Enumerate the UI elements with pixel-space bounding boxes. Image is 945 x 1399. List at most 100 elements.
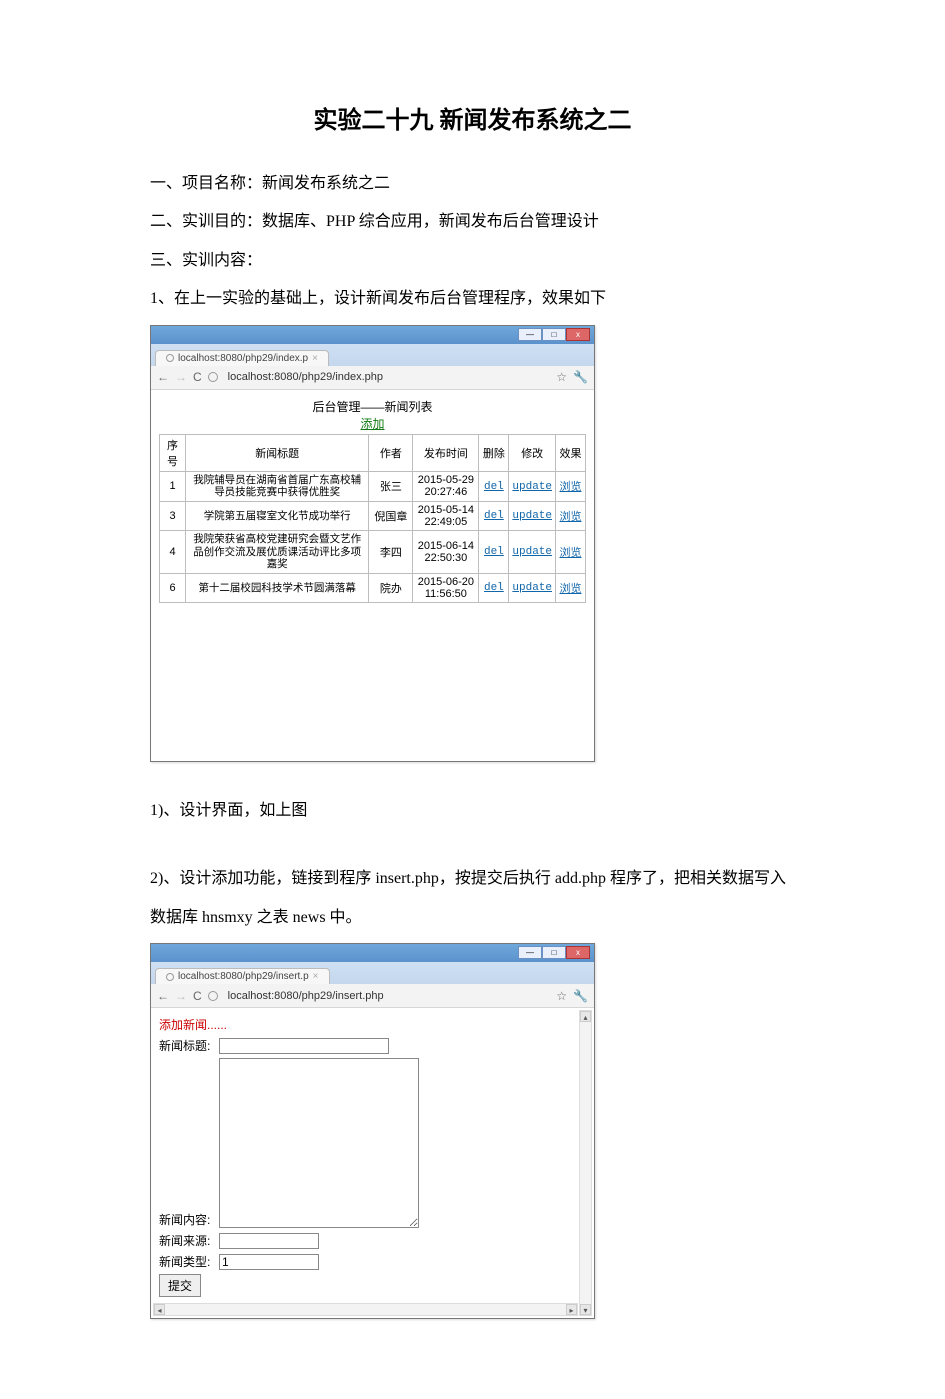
- window-min-button[interactable]: —: [518, 328, 542, 341]
- browser-tab[interactable]: localhost:8080/php29/index.p ×: [155, 350, 329, 366]
- url-globe-icon: [208, 991, 218, 1001]
- cell-del: del: [479, 471, 509, 501]
- window-close-button[interactable]: x: [566, 946, 590, 959]
- tab-favicon-icon: [166, 973, 174, 981]
- cell-title: 第十二届校园科技学术节圆满落幕: [186, 573, 369, 602]
- th-del: 删除: [479, 434, 509, 471]
- nav-back-button[interactable]: ←: [157, 370, 169, 384]
- cell-id: 1: [160, 471, 186, 501]
- url-globe-icon: [208, 372, 218, 382]
- window-max-button[interactable]: □: [542, 328, 566, 341]
- window-max-button[interactable]: □: [542, 946, 566, 959]
- update-link[interactable]: update: [512, 546, 552, 558]
- scroll-left-arrow-icon[interactable]: ◂: [154, 1304, 165, 1315]
- document-page: 实验二十九 新闻发布系统之二 一、项目名称：新闻发布系统之二 二、实训目的：数据…: [0, 0, 945, 1399]
- nav-forward-button[interactable]: →: [175, 989, 187, 1003]
- browser-tab-strip: localhost:8080/php29/index.p ×: [151, 344, 594, 366]
- tab-favicon-icon: [166, 354, 174, 362]
- tab-label: localhost:8080/php29/index.p: [178, 353, 308, 364]
- cell-id: 6: [160, 573, 186, 602]
- browser-tab-strip: localhost:8080/php29/insert.p ×: [151, 962, 594, 984]
- url-bar[interactable]: localhost:8080/php29/index.php: [224, 369, 551, 385]
- browser-toolbar: ← → C localhost:8080/php29/index.php ☆ 🔧: [151, 366, 594, 390]
- bookmark-star-icon[interactable]: ☆: [556, 989, 567, 1003]
- browser-tab[interactable]: localhost:8080/php29/insert.p ×: [155, 968, 330, 984]
- scroll-down-arrow-icon[interactable]: ▾: [580, 1304, 591, 1315]
- row-title: 新闻标题:: [159, 1037, 578, 1054]
- window-min-button[interactable]: —: [518, 946, 542, 959]
- step-1-2: 2)、设计添加功能，链接到程序 insert.php，按提交后执行 add.ph…: [150, 860, 795, 937]
- th-view: 效果: [556, 434, 586, 471]
- nav-reload-button[interactable]: C: [193, 989, 202, 1003]
- cell-upd: update: [509, 530, 556, 573]
- label-source: 新闻来源:: [159, 1232, 219, 1249]
- cell-id: 3: [160, 501, 186, 530]
- input-news-type[interactable]: [219, 1254, 319, 1270]
- table-row: 1我院辅导员在湖南省首届广东高校辅导员技能竞赛中获得优胜奖张三2015-05-2…: [160, 471, 586, 501]
- update-link[interactable]: update: [512, 510, 552, 522]
- window-close-button[interactable]: x: [566, 328, 590, 341]
- cell-time: 2015-05-1422:49:05: [413, 501, 479, 530]
- delete-link[interactable]: del: [484, 481, 504, 493]
- url-bar[interactable]: localhost:8080/php29/insert.php: [224, 988, 551, 1004]
- nav-forward-button[interactable]: →: [175, 370, 187, 384]
- cell-author: 倪国章: [369, 501, 413, 530]
- table-row: 6第十二届校园科技学术节圆满落幕院办2015-06-2011:56:50 delu…: [160, 573, 586, 602]
- cell-title: 学院第五届寝室文化节成功举行: [186, 501, 369, 530]
- cell-id: 4: [160, 530, 186, 573]
- delete-link[interactable]: del: [484, 582, 504, 594]
- section-3: 三、实训内容：: [150, 242, 795, 280]
- add-news-link[interactable]: 添加: [159, 415, 586, 432]
- label-title: 新闻标题:: [159, 1037, 219, 1054]
- bookmark-star-icon[interactable]: ☆: [556, 370, 567, 384]
- doc-title: 实验二十九 新闻发布系统之二: [150, 100, 795, 135]
- delete-link[interactable]: del: [484, 546, 504, 558]
- input-news-title[interactable]: [219, 1038, 389, 1054]
- cell-time: 2015-06-1422:50:30: [413, 530, 479, 573]
- wrench-menu-icon[interactable]: 🔧: [573, 370, 588, 384]
- cell-view: 浏览: [556, 530, 586, 573]
- row-content: 新闻内容:: [159, 1058, 578, 1228]
- cell-title: 我院荣获省高校党建研究会暨文艺作品创作交流及展优质课活动评比多项嘉奖: [186, 530, 369, 573]
- view-link[interactable]: 浏览: [560, 547, 582, 559]
- section-2: 二、实训目的：数据库、PHP 综合应用，新闻发布后台管理设计: [150, 203, 795, 241]
- table-header-row: 序号 新闻标题 作者 发布时间 删除 修改 效果: [160, 434, 586, 471]
- horizontal-scrollbar[interactable]: ◂ ▸: [153, 1303, 578, 1316]
- scroll-up-arrow-icon[interactable]: ▴: [580, 1011, 591, 1022]
- view-link[interactable]: 浏览: [560, 583, 582, 595]
- scroll-right-arrow-icon[interactable]: ▸: [566, 1304, 577, 1315]
- nav-back-button[interactable]: ←: [157, 989, 169, 1003]
- textarea-news-content[interactable]: [219, 1058, 419, 1228]
- cell-author: 院办: [369, 573, 413, 602]
- browser-toolbar: ← → C localhost:8080/php29/insert.php ☆ …: [151, 984, 594, 1008]
- section-1: 一、项目名称：新闻发布系统之二: [150, 165, 795, 203]
- label-content: 新闻内容:: [159, 1211, 219, 1228]
- cell-del: del: [479, 501, 509, 530]
- submit-button[interactable]: 提交: [159, 1274, 201, 1297]
- cell-title: 我院辅导员在湖南省首届广东高校辅导员技能竞赛中获得优胜奖: [186, 471, 369, 501]
- news-table: 序号 新闻标题 作者 发布时间 删除 修改 效果 1我院辅导员在湖南省首届广东高…: [159, 434, 586, 603]
- cell-author: 李四: [369, 530, 413, 573]
- wrench-menu-icon[interactable]: 🔧: [573, 989, 588, 1003]
- page-content: 后台管理——新闻列表 添加 序号 新闻标题 作者 发布时间 删除 修改 效果 1…: [151, 390, 594, 761]
- label-type: 新闻类型:: [159, 1253, 219, 1270]
- tab-close-icon[interactable]: ×: [313, 971, 319, 982]
- form-heading: 添加新闻......: [159, 1016, 578, 1033]
- screenshot-index-window: — □ x localhost:8080/php29/index.p × ← →…: [150, 325, 595, 762]
- cell-time: 2015-06-2011:56:50: [413, 573, 479, 602]
- nav-reload-button[interactable]: C: [193, 370, 202, 384]
- cell-view: 浏览: [556, 471, 586, 501]
- delete-link[interactable]: del: [484, 510, 504, 522]
- window-titlebar: — □ x: [151, 944, 594, 962]
- tab-close-icon[interactable]: ×: [312, 353, 318, 364]
- cell-del: del: [479, 573, 509, 602]
- input-news-source[interactable]: [219, 1233, 319, 1249]
- update-link[interactable]: update: [512, 582, 552, 594]
- update-link[interactable]: update: [512, 481, 552, 493]
- vertical-scrollbar[interactable]: ▴ ▾: [579, 1010, 592, 1316]
- cell-view: 浏览: [556, 573, 586, 602]
- row-submit: 提交: [159, 1274, 578, 1297]
- cell-author: 张三: [369, 471, 413, 501]
- view-link[interactable]: 浏览: [560, 511, 582, 523]
- view-link[interactable]: 浏览: [560, 481, 582, 493]
